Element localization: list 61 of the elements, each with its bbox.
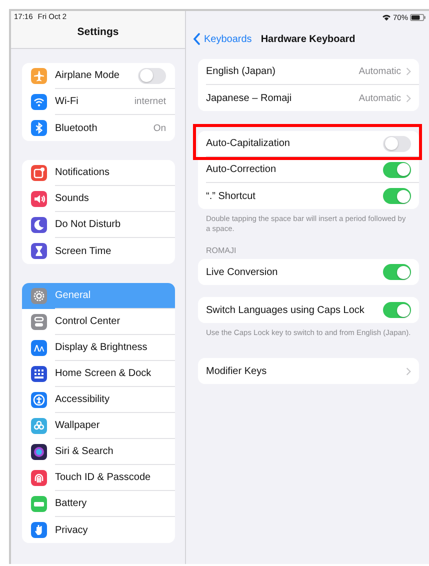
chevron-icon	[406, 366, 411, 376]
sidebar-item[interactable]: Notifications	[22, 160, 175, 186]
item-label: Display & Brightness	[55, 342, 148, 353]
item-label: Accessibility	[55, 394, 110, 405]
toggle-switch[interactable]	[383, 162, 411, 178]
row-value: Automatic	[358, 92, 401, 104]
sidebar-item[interactable]: Wi-Fi internet	[22, 89, 175, 115]
chevron-icon	[406, 94, 411, 102]
item-label: Touch ID & Passcode	[55, 472, 151, 483]
item-label: Control Center	[55, 316, 120, 327]
row-value: Automatic	[358, 66, 401, 77]
sidebar-item[interactable]: Privacy	[22, 517, 175, 543]
section-header: ROMAJI	[205, 246, 238, 257]
item-label: Wallpaper	[55, 420, 100, 431]
item-label: Wi-Fi	[55, 96, 78, 107]
sidebar-item[interactable]: Battery	[22, 491, 175, 517]
sidebar-item[interactable]: Accessibility	[22, 387, 175, 413]
sidebar-item[interactable]: Screen Time	[22, 238, 175, 264]
item-label: Airplane Mode	[55, 70, 120, 81]
sidebar-item[interactable]: Home Screen & Dock	[22, 361, 175, 387]
sidebar-item[interactable]: Airplane Mode	[22, 63, 175, 89]
toggle-switch[interactable]	[383, 136, 411, 152]
item-label: Battery	[55, 498, 87, 509]
item-label: Bluetooth	[55, 122, 98, 134]
battery-icon	[410, 14, 426, 21]
row-label: English (Japan)	[206, 66, 276, 77]
item-label: Home Screen & Dock	[55, 368, 152, 379]
item-value: internet	[134, 96, 166, 107]
row-label: Auto-Correction	[206, 164, 278, 175]
row-label: Japanese – Romaji	[206, 92, 293, 104]
sidebar-item[interactable]: Do Not Disturb	[22, 212, 175, 238]
sidebar-item[interactable]: Display & Brightness	[22, 335, 175, 361]
toggle-switch[interactable]	[383, 188, 411, 204]
chevron-left-icon	[193, 33, 200, 45]
row-label: Live Conversion	[206, 266, 279, 278]
toggle-switch[interactable]	[383, 264, 411, 280]
wifi-signal-icon	[382, 14, 391, 21]
item-label: Sounds	[55, 193, 89, 204]
item-value: On	[153, 122, 166, 134]
sidebar-item[interactable]: Sounds	[22, 186, 175, 212]
chevron-icon	[406, 67, 411, 76]
page-title: Hardware Keyboard	[260, 34, 356, 44]
item-label: Privacy	[55, 524, 88, 536]
item-label: Screen Time	[55, 246, 112, 256]
sidebar-item[interactable]: Touch ID & Passcode	[22, 465, 175, 491]
sidebar-item[interactable]: Wallpaper	[22, 413, 175, 439]
row-label: “.” Shortcut	[206, 190, 256, 202]
item-label: General	[55, 290, 91, 301]
sidebar-title: Settings	[76, 26, 120, 38]
item-label: Do Not Disturb	[55, 219, 121, 230]
back-link[interactable]: Keyboards	[193, 33, 252, 45]
item-label: Siri & Search	[55, 446, 114, 457]
row-label: Switch Languages using Caps Lock	[206, 304, 366, 316]
item-label: Notifications	[55, 167, 110, 178]
toggle-switch[interactable]	[138, 68, 166, 84]
sidebar-item[interactable]: Bluetooth On	[22, 115, 175, 141]
toggle-switch[interactable]	[383, 302, 411, 318]
row-label: Modifier Keys	[206, 366, 268, 376]
row-label: Auto-Capitalization	[206, 138, 291, 149]
sidebar-item[interactable]: Siri & Search	[22, 439, 175, 465]
sidebar-item[interactable]: Control Center	[22, 309, 175, 335]
